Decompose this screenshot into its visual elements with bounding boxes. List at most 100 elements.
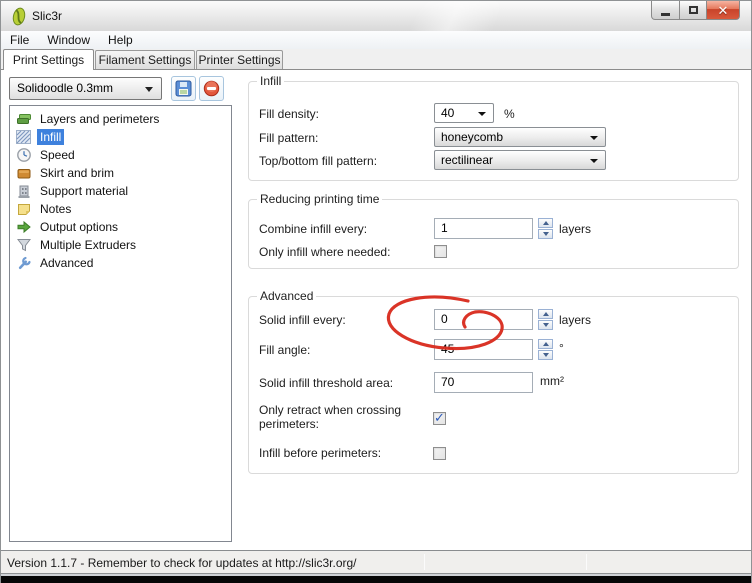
solid-infill-threshold-label: Solid infill threshold area: [259,376,393,390]
minimize-button[interactable] [651,1,680,20]
spin-up-button[interactable] [538,339,553,349]
sidebar-item-label: Output options [37,219,121,235]
spin-down-button[interactable] [538,320,553,330]
triangle-down-icon [543,353,549,357]
combine-infill-field[interactable]: 1 [434,218,533,239]
sidebar-item-output[interactable]: Output options [12,218,228,236]
solid-infill-every-field[interactable]: 0 [434,309,533,330]
sidebar-item-extruders[interactable]: Multiple Extruders [12,236,228,254]
group-title: Advanced [257,289,316,303]
spin-up-button[interactable] [538,309,553,319]
status-bar: Version 1.1.7 - Remember to check for up… [1,550,752,574]
fill-pattern-select[interactable]: honeycomb [434,127,606,147]
sidebar-item-skirt[interactable]: Skirt and brim [12,164,228,182]
fill-density-unit: % [504,107,515,121]
save-preset-button[interactable] [171,76,196,101]
triangle-down-icon [543,232,549,236]
close-button[interactable]: ✕ [706,1,740,20]
spin-up-button[interactable] [538,218,553,228]
solid-infill-every-stepper [538,309,553,330]
menu-help[interactable]: Help [99,31,142,49]
combine-infill-stepper [538,218,553,239]
speed-icon [16,147,32,163]
maximize-icon [689,6,698,14]
tab-filament-settings[interactable]: Filament Settings [95,50,195,69]
minimize-icon [661,13,670,16]
status-text: Version 1.1.7 - Remember to check for up… [7,556,357,570]
triangle-up-icon [543,221,549,225]
sidebar-item-label: Advanced [37,255,96,271]
status-separator [586,554,587,570]
check-icon: ✓ [434,410,445,426]
only-retract-checkbox[interactable]: ✓ [433,412,446,425]
close-icon: ✕ [718,4,729,17]
menu-window[interactable]: Window [38,31,99,49]
infill-before-perimeters-checkbox[interactable]: ✓ [433,447,446,460]
sidebar-item-label: Support material [37,183,131,199]
delete-preset-button[interactable] [199,76,224,101]
sidebar-item-label: Layers and perimeters [37,111,162,127]
sidebar-item-advanced[interactable]: Advanced [12,254,228,272]
fill-pattern-value: honeycomb [441,130,503,144]
sidebar-item-label: Infill [37,129,64,145]
title-bar: Slic3r ✕ [1,1,752,31]
slic3r-logo-icon [11,7,27,26]
extruders-icon [16,237,32,253]
slic3r-window: Slic3r ✕ File Window Help Print Settings… [0,0,752,583]
top-bottom-pattern-value: rectilinear [441,153,493,167]
only-infill-where-needed-checkbox[interactable]: ✓ [434,245,447,258]
top-bottom-pattern-label: Top/bottom fill pattern: [259,154,377,168]
fill-pattern-label: Fill pattern: [259,131,318,145]
sidebar-item-label: Notes [37,201,74,217]
sidebar-item-support[interactable]: Support material [12,182,228,200]
combine-infill-unit: layers [559,222,591,236]
triangle-up-icon [543,312,549,316]
chevron-down-icon [590,136,598,140]
solid-infill-threshold-field[interactable]: 70 [434,372,533,393]
floppy-save-icon [175,80,192,97]
window-title: Slic3r [32,9,62,23]
sidebar-item-label: Speed [37,147,78,163]
window-controls: ✕ [652,1,740,20]
sidebar-item-label: Skirt and brim [37,165,117,181]
combine-infill-label: Combine infill every: [259,222,367,236]
only-infill-where-needed-label: Only infill where needed: [259,245,390,259]
screen-edge-bar [1,576,752,583]
settings-tab-strip: Print Settings Filament Settings Printer… [1,49,752,70]
triangle-down-icon [543,323,549,327]
top-bottom-pattern-select[interactable]: rectilinear [434,150,606,170]
sidebar-item-notes[interactable]: Notes [12,200,228,218]
solid-infill-every-label: Solid infill every: [259,313,346,327]
fill-density-select[interactable]: 40 [434,103,494,123]
tab-printer-settings[interactable]: Printer Settings [196,50,283,69]
layers-icon [16,111,32,127]
sidebar-item-infill[interactable]: Infill [12,128,228,146]
fill-angle-stepper [538,339,553,360]
preset-value: Solidoodle 0.3mm [17,81,113,95]
triangle-up-icon [543,342,549,346]
preset-select[interactable]: Solidoodle 0.3mm [9,77,162,100]
skirt-icon [16,165,32,181]
tab-print-settings[interactable]: Print Settings [3,49,94,70]
menu-file[interactable]: File [1,31,38,49]
spin-down-button[interactable] [538,350,553,360]
delete-preset-icon [203,80,220,97]
solid-infill-threshold-unit: mm² [540,374,564,388]
fill-density-value: 40 [441,106,454,120]
solid-infill-every-unit: layers [559,313,591,327]
sidebar-item-speed[interactable]: Speed [12,146,228,164]
fill-angle-field[interactable]: 45 [434,339,533,360]
support-icon [16,183,32,199]
spin-down-button[interactable] [538,229,553,239]
chevron-down-icon [590,159,598,163]
fill-angle-unit: ° [559,341,564,355]
maximize-button[interactable] [679,1,707,20]
group-title: Reducing printing time [257,192,382,206]
sidebar-item-layers[interactable]: Layers and perimeters [12,110,228,128]
infill-icon [16,129,32,145]
sidebar-item-label: Multiple Extruders [37,237,139,253]
chevron-down-icon [478,112,486,116]
status-separator [424,554,425,570]
output-icon [16,219,32,235]
group-title: Infill [257,74,284,88]
